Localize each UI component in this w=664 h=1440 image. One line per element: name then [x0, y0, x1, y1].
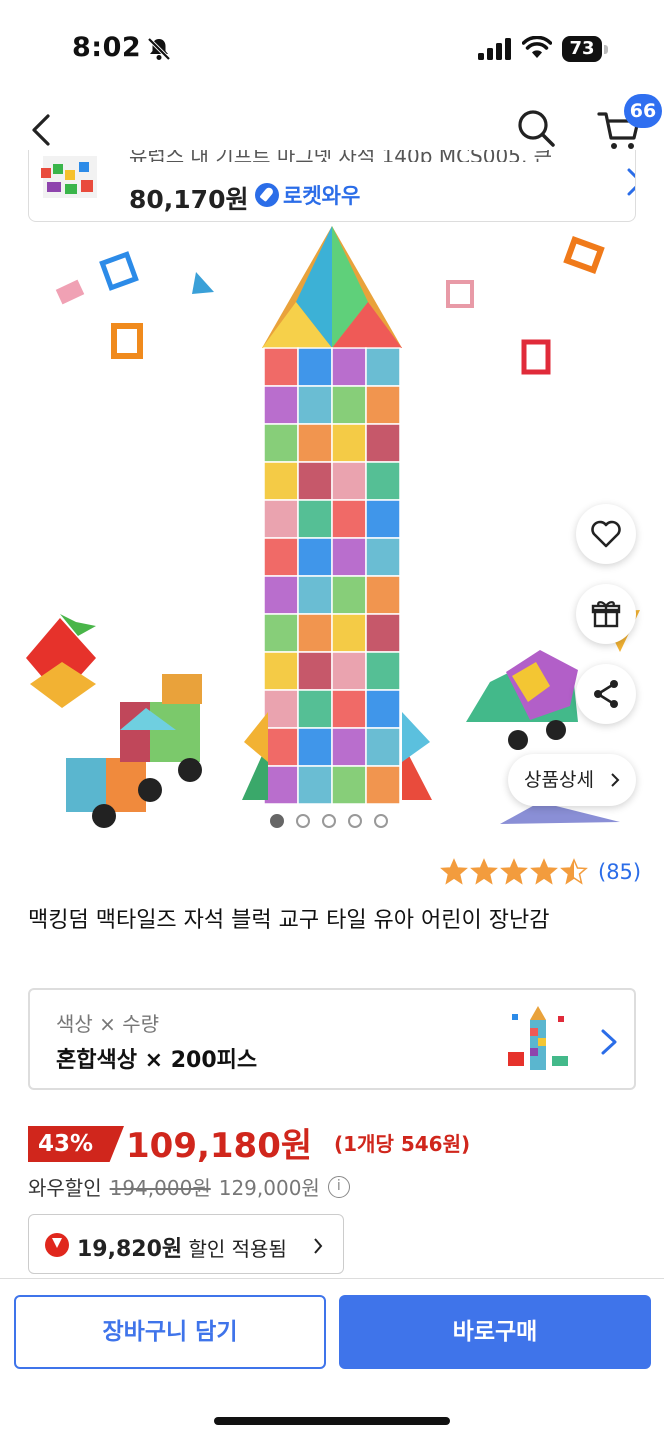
chevron-right-icon [611, 773, 620, 787]
wow-discount-label: 와우할인 [28, 1176, 102, 1200]
original-price: 129,000원 [218, 1176, 320, 1200]
star-icon [560, 858, 588, 885]
wifi-icon [522, 36, 552, 58]
buy-now-button[interactable]: 바로구매 [339, 1295, 651, 1369]
product-detail-label: 상품상세 [524, 769, 594, 791]
star-icon [440, 858, 468, 885]
discount-badge: 43% [28, 1126, 124, 1162]
down-arrow-icon [45, 1233, 69, 1257]
product-image-gallery[interactable] [0, 222, 664, 834]
product-title: 맥킹덤 맥타일즈 자석 블럭 교구 타일 유아 어린이 장난감 [28, 908, 550, 933]
share-button[interactable] [576, 664, 636, 724]
gift-icon [591, 601, 621, 628]
signal-icon [478, 38, 511, 60]
battery-level: 73 [562, 36, 602, 62]
chevron-right-icon [601, 1029, 617, 1055]
chevron-right-icon [627, 168, 635, 196]
battery-icon: 73 [562, 36, 608, 62]
recommended-product-thumbnail [41, 156, 97, 198]
recommended-product-name: 유럽스 대 기프트 마그넷 자석 140p MCS005, 큰 [129, 150, 553, 162]
coupon-amount: 19,820원 [77, 1237, 183, 1262]
gallery-pagination [270, 814, 388, 828]
search-icon[interactable] [514, 106, 558, 150]
option-thumbnail [508, 1006, 568, 1070]
rocket-wow-label: 로켓와우 [283, 184, 361, 208]
coupon-applied-button[interactable]: 19,820원 할인 적용됨 [28, 1214, 344, 1274]
sale-price: 109,180원 [126, 1126, 313, 1166]
rating[interactable]: (85) [440, 858, 641, 886]
option-label: 색상 × 수량 [56, 1012, 160, 1036]
review-count[interactable]: (85) [598, 860, 641, 884]
rating-stars [440, 858, 588, 886]
recommended-product-banner[interactable]: 유럽스 대 기프트 마그넷 자석 140p MCS005, 큰 80,170원 … [28, 150, 636, 222]
product-image [26, 226, 640, 828]
coupon-text: 할인 적용됨 [188, 1237, 287, 1261]
wow-discount-row: 와우할인 194,000원 129,000원 i [28, 1172, 350, 1201]
star-icon [530, 858, 558, 885]
home-indicator [214, 1417, 450, 1425]
pagination-dot[interactable] [348, 814, 362, 828]
add-to-cart-button[interactable]: 장바구니 담기 [14, 1295, 326, 1369]
bell-muted-icon [147, 37, 171, 61]
pagination-dot[interactable] [374, 814, 388, 828]
share-icon [594, 680, 618, 708]
info-icon[interactable]: i [327, 1175, 350, 1198]
option-selector[interactable]: 색상 × 수량 혼합색상 × 200피스 [28, 988, 636, 1090]
recommended-product-price: 80,170원 [129, 185, 249, 214]
product-detail-button[interactable]: 상품상세 [508, 754, 636, 806]
unit-price: (1개당 546원) [334, 1132, 471, 1156]
bottom-action-bar: 장바구니 담기 바로구매 [0, 1278, 664, 1440]
strike-price: 194,000원 [109, 1176, 211, 1200]
wishlist-button[interactable] [576, 504, 636, 564]
pagination-dot[interactable] [270, 814, 284, 828]
rocket-icon [255, 183, 279, 207]
status-bar: 8:02 73 [0, 0, 664, 96]
pagination-dot[interactable] [322, 814, 336, 828]
star-icon [470, 858, 498, 885]
pagination-dot[interactable] [296, 814, 310, 828]
star-icon [500, 858, 528, 885]
option-value: 혼합색상 × 200피스 [56, 1048, 258, 1073]
back-arrow-icon[interactable] [24, 110, 60, 150]
gift-button[interactable] [576, 584, 636, 644]
heart-icon [591, 520, 621, 548]
status-time: 8:02 [72, 32, 142, 63]
rocket-wow-badge: 로켓와우 [255, 180, 360, 210]
chevron-right-icon [314, 1238, 323, 1254]
cart-count-badge: 66 [624, 94, 662, 128]
